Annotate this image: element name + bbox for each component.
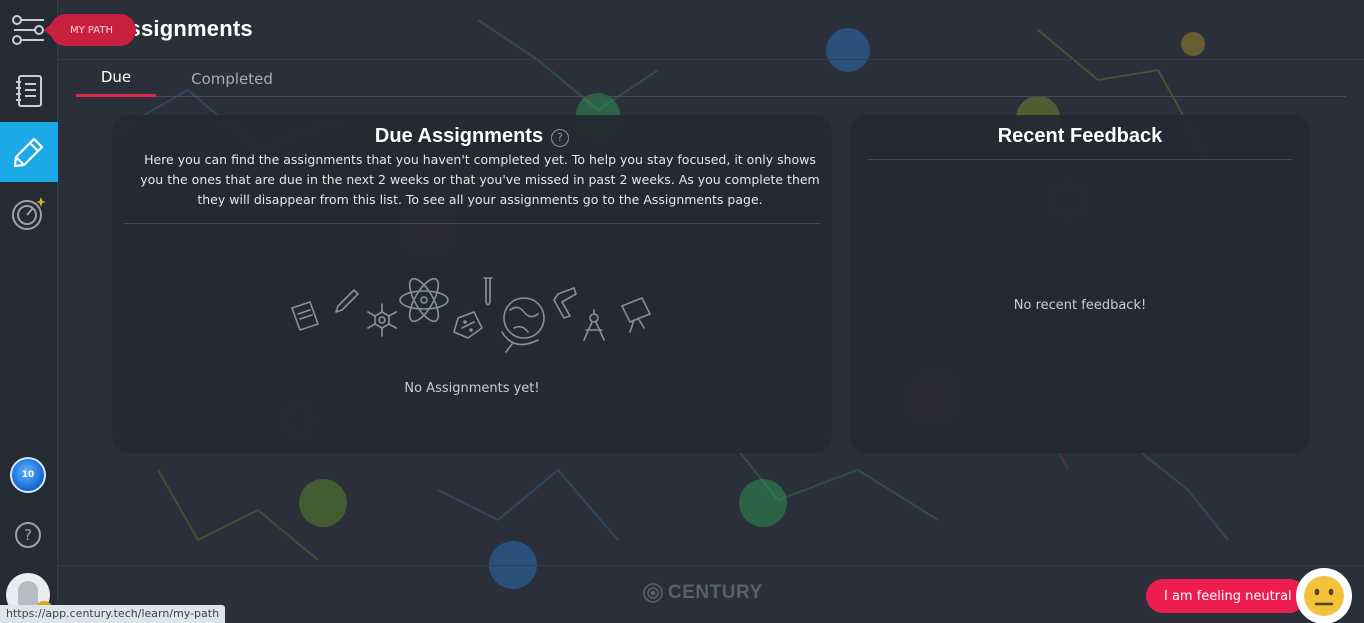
due-assignments-description: Here you can find the assignments that y…	[140, 152, 820, 207]
help-icon: ?	[24, 526, 32, 544]
century-logo[interactable]: CENTURY	[642, 582, 763, 604]
notebook-icon	[16, 75, 42, 107]
book-icon	[291, 301, 319, 331]
math-tile-icon	[453, 311, 483, 339]
pencil-icon	[13, 137, 44, 168]
tab-completed[interactable]: Completed	[174, 60, 290, 97]
sidebar-item-assignments[interactable]	[0, 122, 58, 182]
globe-icon	[501, 297, 545, 353]
atom-icon	[399, 277, 449, 323]
help-button[interactable]: ?	[15, 522, 41, 548]
ruler-icon	[553, 287, 577, 319]
sidebar: 10 ?	[0, 0, 58, 623]
level-badge[interactable]: 10	[10, 457, 46, 493]
mood-face-button[interactable]	[1296, 568, 1352, 623]
compass-icon	[583, 309, 605, 341]
due-assignments-card: Due Assignments ? Here you can find the …	[112, 115, 832, 453]
no-assignments-message: No Assignments yet!	[404, 381, 540, 396]
easel-icon	[621, 297, 651, 333]
molecule-icon	[367, 303, 397, 337]
due-title-row: Due Assignments ?	[112, 125, 832, 148]
status-bar-url: https://app.century.tech/learn/my-path	[0, 605, 226, 623]
speedometer-icon	[12, 197, 46, 230]
subjects-illustration	[291, 277, 651, 353]
assignment-tabs: Due Completed	[76, 60, 1346, 97]
page-header: My Assignments	[58, 0, 1364, 60]
tab-due[interactable]: Due	[76, 60, 156, 97]
divider	[124, 223, 820, 224]
neutral-face-icon	[1304, 576, 1344, 616]
recent-feedback-title: Recent Feedback	[997, 125, 1163, 147]
level-value: 10	[21, 470, 35, 480]
pencil-icon	[335, 289, 359, 313]
info-icon[interactable]: ?	[551, 128, 570, 147]
sidebar-tooltip: MY PATH	[44, 14, 136, 46]
sidebar-item-courses[interactable]	[0, 61, 58, 121]
century-logo-icon	[643, 583, 663, 603]
mood-label-button[interactable]: I am feeling neutral	[1146, 579, 1306, 613]
test-tube-icon	[483, 277, 493, 306]
sidebar-item-dashboard[interactable]	[0, 183, 58, 243]
path-sliders-icon	[12, 15, 44, 45]
due-assignments-title: Due Assignments	[374, 125, 544, 147]
recent-feedback-card: Recent Feedback No recent feedback!	[850, 115, 1310, 453]
divider	[868, 159, 1292, 160]
brand-name: CENTURY	[668, 582, 763, 603]
no-feedback-message: No recent feedback!	[1013, 298, 1147, 313]
